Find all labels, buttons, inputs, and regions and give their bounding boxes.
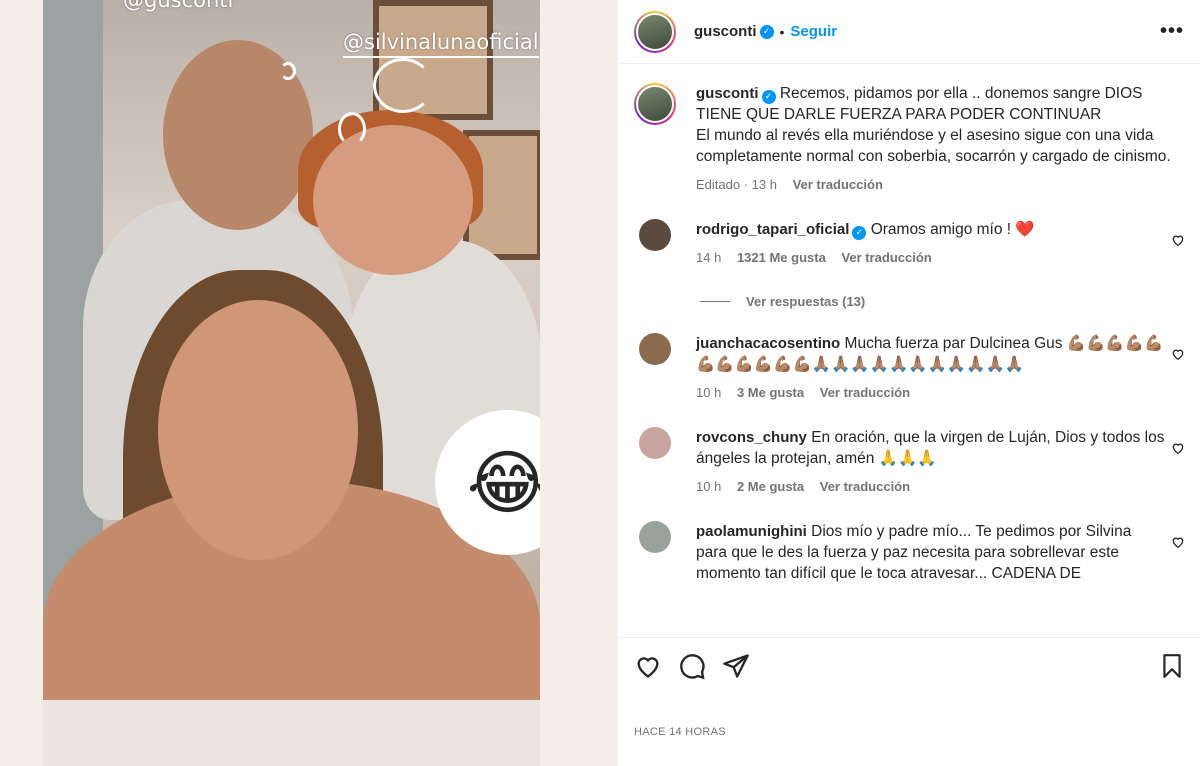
caption-translate-link[interactable]: Ver traducción bbox=[793, 177, 883, 192]
comment-likes[interactable]: 1321 Me gusta bbox=[737, 250, 826, 265]
mention-sticker-second[interactable]: @silvinalunaoficial bbox=[343, 30, 539, 58]
mention-top-text: @gusconti bbox=[123, 0, 234, 12]
replies-divider bbox=[700, 301, 730, 302]
post-panel: gusconti ✓ • Seguir ••• gusconti ✓ Recemo… bbox=[617, 0, 1200, 766]
follow-button[interactable]: Seguir bbox=[790, 23, 837, 40]
comment-translate-link[interactable]: Ver traducción bbox=[820, 385, 910, 400]
comment-time: 10 h bbox=[696, 385, 722, 400]
post-media[interactable]: @gusconti @silvinalunaoficial 😂 bbox=[43, 0, 540, 766]
caption-username[interactable]: gusconti bbox=[696, 85, 759, 102]
comment-time: 14 h bbox=[696, 250, 722, 265]
like-comment-heart-icon[interactable] bbox=[1171, 347, 1185, 361]
doodle-loop bbox=[338, 112, 366, 146]
comment-text: Oramos amigo mío ! ❤️ bbox=[870, 221, 1035, 238]
more-options-icon[interactable]: ••• bbox=[1160, 20, 1184, 43]
comment-item: rovcons_chuny En oración, que la virgen … bbox=[634, 427, 1185, 497]
comment-translate-link[interactable]: Ver traducción bbox=[820, 479, 910, 494]
caption-meta: Editado · 13 h Ver traducción bbox=[696, 174, 1185, 195]
woman-right-face bbox=[313, 125, 473, 275]
comment-meta: 14 h 1321 Me gusta Ver traducción bbox=[696, 247, 1166, 268]
comment-meta: 10 h 2 Me gusta Ver traducción bbox=[696, 476, 1166, 497]
doodle-loop bbox=[280, 62, 296, 80]
comments-list[interactable]: gusconti ✓ Recemos, pidamos por ella .. d… bbox=[618, 65, 1200, 637]
caption-text-line2: El mundo al revés ella muriéndose y el a… bbox=[696, 127, 1171, 165]
comment-username[interactable]: rodrigo_tapari_oficial bbox=[696, 221, 849, 238]
comment-username[interactable]: rovcons_chuny bbox=[696, 429, 807, 446]
caption-avatar-image bbox=[636, 85, 674, 123]
author-username[interactable]: gusconti bbox=[694, 23, 757, 40]
like-comment-heart-icon[interactable] bbox=[1171, 535, 1185, 549]
comment-likes[interactable]: 2 Me gusta bbox=[737, 479, 804, 494]
caption-avatar[interactable] bbox=[634, 83, 676, 125]
like-comment-heart-icon[interactable] bbox=[1171, 233, 1185, 247]
post-actions: HACE 14 HORAS bbox=[618, 637, 1200, 766]
comment-item: rodrigo_tapari_oficial ✓ Oramos amigo mío… bbox=[634, 219, 1185, 268]
comment-meta: 10 h 3 Me gusta Ver traducción bbox=[696, 382, 1166, 403]
caption-text-line1: Recemos, pidamos por ella .. donemos san… bbox=[696, 85, 1143, 123]
separator-dot: • bbox=[779, 23, 785, 40]
verified-badge-icon: ✓ bbox=[761, 89, 776, 104]
view-replies-button[interactable]: Ver respuestas (13) bbox=[700, 294, 1185, 309]
comment-username[interactable]: paolamunighini bbox=[696, 523, 807, 540]
comment-time: 10 h bbox=[696, 479, 722, 494]
action-bar bbox=[634, 652, 1185, 680]
caption-edited: Editado · 13 h bbox=[696, 177, 777, 192]
post-header: gusconti ✓ • Seguir ••• bbox=[618, 0, 1200, 64]
comment-item: paolamunighini Dios mío y padre mío... T… bbox=[634, 521, 1185, 584]
table-surface bbox=[43, 700, 540, 766]
post-timestamp: HACE 14 HORAS bbox=[634, 726, 726, 738]
view-replies-label: Ver respuestas (13) bbox=[746, 294, 866, 309]
doodle-loop bbox=[373, 58, 433, 113]
comment-likes[interactable]: 3 Me gusta bbox=[737, 385, 804, 400]
comment-bubble-icon[interactable] bbox=[678, 652, 706, 680]
verified-badge-icon: ✓ bbox=[759, 24, 774, 39]
comment-avatar[interactable] bbox=[639, 427, 671, 459]
woman-front-face bbox=[158, 300, 358, 560]
comment-username[interactable]: juanchacacosentino bbox=[696, 335, 840, 352]
post-caption: gusconti ✓ Recemos, pidamos por ella .. d… bbox=[634, 83, 1185, 195]
like-comment-heart-icon[interactable] bbox=[1171, 441, 1185, 455]
comment-translate-link[interactable]: Ver traducción bbox=[841, 250, 931, 265]
author-avatar-image bbox=[636, 12, 674, 51]
comment-avatar[interactable] bbox=[639, 333, 671, 365]
share-paper-plane-icon[interactable] bbox=[722, 652, 750, 680]
laughing-emoji-icon: 😂 bbox=[466, 443, 540, 522]
comment-item: juanchacacosentino Mucha fuerza par Dulc… bbox=[634, 333, 1185, 403]
comment-avatar[interactable] bbox=[639, 219, 671, 251]
mention-second-text: @silvinalunaoficial bbox=[343, 30, 539, 54]
mention-sticker-top[interactable]: @gusconti bbox=[123, 0, 233, 12]
mention-underline bbox=[343, 56, 539, 58]
like-heart-icon[interactable] bbox=[634, 652, 662, 680]
save-bookmark-icon[interactable] bbox=[1159, 652, 1185, 680]
author-avatar[interactable] bbox=[634, 10, 676, 53]
comment-avatar[interactable] bbox=[639, 521, 671, 553]
verified-badge-icon: ✓ bbox=[852, 225, 867, 240]
